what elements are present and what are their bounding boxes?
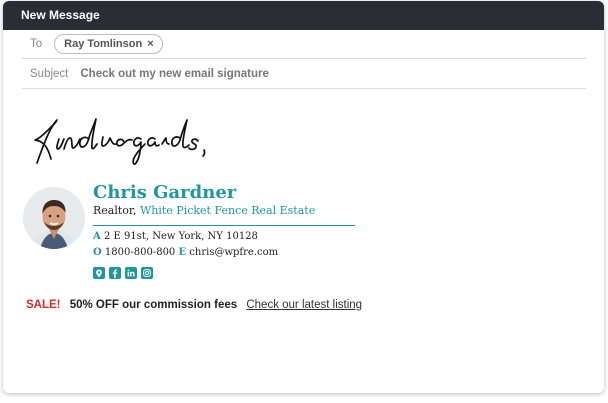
recipient-name: Ray Tomlinson bbox=[64, 38, 143, 50]
compose-window: New Message To Ray Tomlinson × Subject C… bbox=[3, 1, 604, 393]
signature-address: 2 E 91st, New York, NY 10128 bbox=[103, 231, 258, 242]
facebook-icon[interactable] bbox=[109, 267, 121, 279]
subject-field[interactable]: Check out my new email signature bbox=[80, 68, 269, 80]
signature-contact-line: O 1800-800-800 E chris@wpfre.com bbox=[93, 247, 278, 258]
recipient-chip[interactable]: Ray Tomlinson × bbox=[54, 34, 163, 54]
sale-label: SALE! bbox=[26, 299, 61, 311]
signature-role: Realtor, bbox=[93, 204, 137, 217]
phone-key: O bbox=[93, 247, 102, 258]
email-key: E bbox=[178, 247, 187, 258]
linkedin-icon[interactable] bbox=[125, 267, 137, 279]
offer-text: 50% OFF our commission fees bbox=[69, 299, 238, 311]
to-label: To bbox=[30, 38, 43, 50]
social-links bbox=[93, 267, 153, 279]
signature-email[interactable]: chris@wpfre.com bbox=[189, 247, 278, 258]
listing-link[interactable]: Check our latest listing bbox=[246, 299, 362, 311]
subject-label: Subject bbox=[30, 68, 69, 80]
signoff-script-graphic bbox=[34, 118, 206, 166]
location-icon[interactable] bbox=[93, 267, 105, 279]
signoff-handwriting bbox=[28, 111, 208, 173]
profile-photo bbox=[23, 187, 85, 249]
signature-title: Realtor, White Picket Fence Real Estate bbox=[93, 204, 315, 217]
avatar bbox=[23, 187, 85, 249]
to-row[interactable]: To Ray Tomlinson × bbox=[22, 30, 586, 59]
signature-name: Chris Gardner bbox=[93, 182, 237, 203]
signature-address-line: A 2 E 91st, New York, NY 10128 bbox=[93, 231, 258, 242]
remove-recipient-icon[interactable]: × bbox=[147, 38, 153, 50]
address-key: A bbox=[93, 231, 101, 242]
signature-divider bbox=[93, 225, 355, 226]
instagram-icon[interactable] bbox=[141, 267, 153, 279]
window-title: New Message bbox=[3, 1, 604, 30]
signature-company[interactable]: White Picket Fence Real Estate bbox=[140, 204, 315, 217]
subject-row[interactable]: Subject Check out my new email signature bbox=[22, 60, 586, 89]
promo-banner: SALE! 50% OFF our commission fees Check … bbox=[26, 299, 362, 311]
signature-phone[interactable]: 1800-800-800 bbox=[105, 247, 175, 258]
